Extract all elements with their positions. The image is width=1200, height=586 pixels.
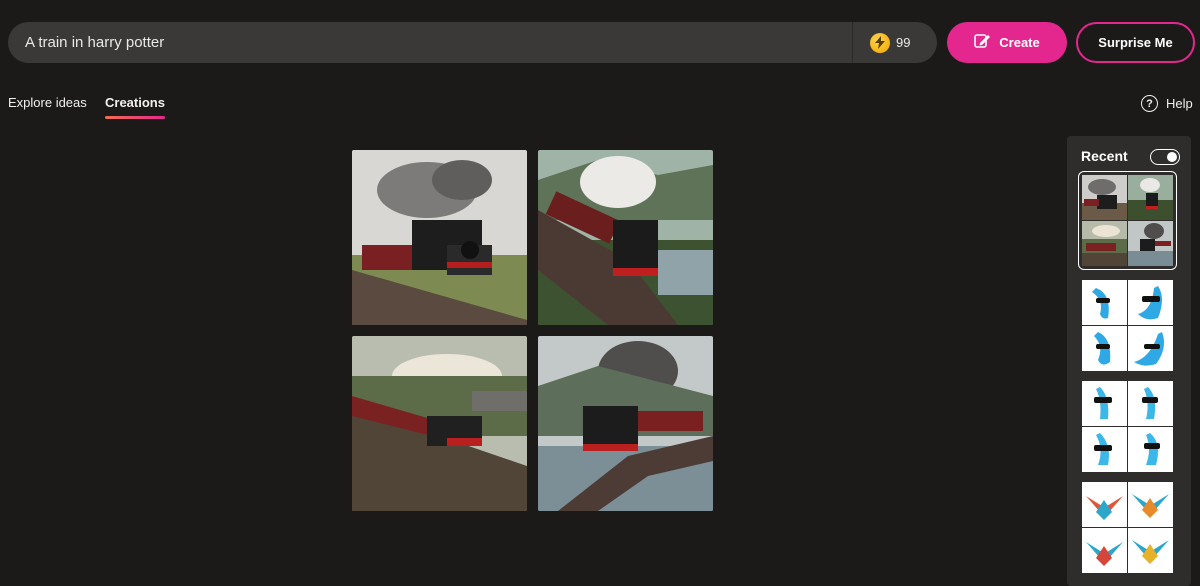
recent-thumbnail [1128, 381, 1173, 426]
help-link[interactable]: ? Help [1141, 95, 1193, 112]
bolt-icon [870, 32, 890, 53]
recent-thumbnail [1128, 528, 1173, 573]
recent-title: Recent [1081, 148, 1128, 164]
surprise-me-button[interactable]: Surprise Me [1076, 22, 1195, 63]
generated-images-grid [352, 150, 714, 511]
boost-counter[interactable]: 99 [870, 22, 910, 63]
surprise-label: Surprise Me [1098, 35, 1173, 50]
recent-set-trains[interactable] [1078, 171, 1177, 270]
recent-thumbnail [1128, 175, 1173, 220]
recent-thumbnail [1128, 482, 1173, 527]
tab-label: Explore ideas [8, 95, 87, 110]
recent-thumbnail [1082, 482, 1127, 527]
create-button[interactable]: Create [947, 22, 1067, 63]
divider [852, 22, 853, 63]
generated-image[interactable] [352, 150, 527, 325]
generated-image[interactable] [352, 336, 527, 511]
help-label: Help [1166, 96, 1193, 111]
prompt-input[interactable] [25, 22, 845, 63]
help-icon: ? [1141, 95, 1158, 112]
recent-thumbnail [1082, 280, 1127, 325]
active-tab-indicator [105, 116, 165, 119]
recent-toggle[interactable] [1150, 149, 1180, 165]
recent-set-bananas-2[interactable] [1080, 379, 1175, 474]
prompt-bar: 99 [8, 22, 937, 63]
recent-thumbnail [1082, 326, 1127, 371]
recent-thumbnail [1082, 221, 1127, 266]
create-label: Create [999, 35, 1040, 50]
recent-sidebar: Recent [1067, 136, 1191, 586]
generated-image[interactable] [538, 150, 713, 325]
generated-image[interactable] [538, 336, 713, 511]
recent-thumbnail [1082, 381, 1127, 426]
recent-thumbnail [1082, 427, 1127, 472]
recent-set-bananas[interactable] [1080, 278, 1175, 373]
recent-thumbnail [1128, 326, 1173, 371]
tab-explore-ideas[interactable]: Explore ideas [8, 95, 87, 110]
recent-thumbnail [1128, 221, 1173, 266]
tab-label: Creations [105, 95, 165, 110]
top-bar: 99 Create Surprise Me [0, 0, 1200, 80]
recent-thumbnail [1128, 427, 1173, 472]
boost-count: 99 [896, 35, 911, 50]
recent-thumbnail [1128, 280, 1173, 325]
recent-thumbnail [1082, 528, 1127, 573]
recent-thumbnail [1082, 175, 1127, 220]
toggle-knob [1167, 152, 1177, 162]
recent-set-emblems[interactable] [1080, 480, 1175, 575]
tab-creations[interactable]: Creations [105, 95, 165, 119]
create-icon [974, 33, 991, 52]
